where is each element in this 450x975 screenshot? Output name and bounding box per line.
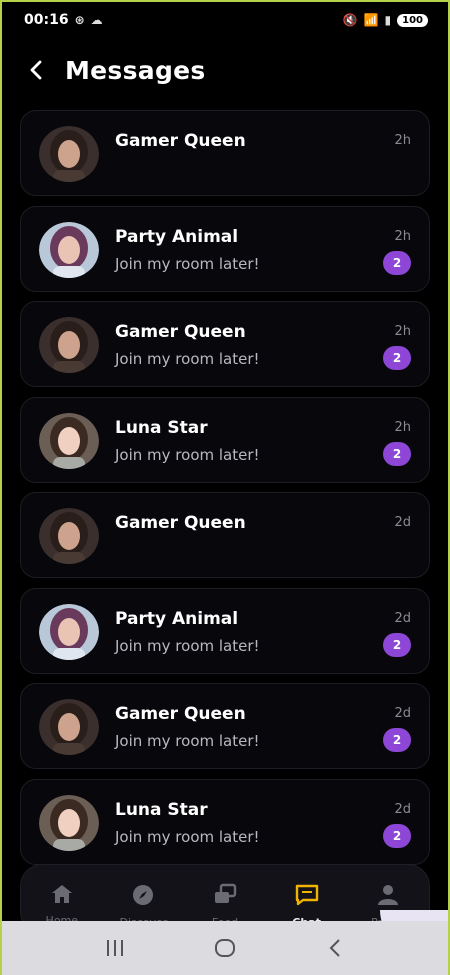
- timestamp: 2h: [394, 324, 411, 339]
- contact-name: Gamer Queen: [115, 322, 246, 342]
- timestamp: 2h: [394, 419, 411, 435]
- avatar: [39, 412, 99, 469]
- conversation-item[interactable]: Luna Star Join my room later! 2d 2: [20, 778, 430, 865]
- mute-icon: 🔇: [342, 13, 358, 27]
- page-header: Messages: [0, 48, 450, 92]
- person-icon: [376, 883, 400, 911]
- avatar: [39, 126, 99, 182]
- unread-badge: 2: [383, 250, 411, 275]
- back-chevron-icon: [329, 939, 340, 957]
- contact-name: Party Animal: [115, 608, 239, 629]
- conversation-item[interactable]: Gamer Queen 2d: [20, 492, 430, 578]
- timestamp: 2d: [394, 610, 411, 626]
- conversation-item[interactable]: Gamer Queen 2h: [20, 110, 430, 196]
- status-time: 00:16: [24, 12, 69, 28]
- recent-apps-button[interactable]: [95, 928, 135, 968]
- back-button[interactable]: [24, 58, 48, 82]
- unread-badge: 2: [383, 441, 411, 466]
- avatar: [39, 699, 99, 755]
- contact-name: Luna Star: [115, 417, 208, 438]
- conversation-item[interactable]: Luna Star Join my room later! 2h 2: [20, 396, 430, 483]
- timestamp: 2d: [394, 515, 411, 530]
- back-system-button[interactable]: [315, 928, 355, 968]
- home-icon: [50, 883, 74, 909]
- message-preview: Join my room later!: [115, 254, 260, 273]
- message-preview: Join my room later!: [115, 636, 260, 655]
- chevron-left-icon: [30, 60, 42, 80]
- contact-name: Gamer Queen: [115, 513, 246, 533]
- timestamp: 2h: [394, 133, 411, 148]
- unread-badge: 2: [383, 346, 411, 370]
- contact-name: Gamer Queen: [115, 704, 246, 724]
- battery-indicator: 100: [397, 13, 428, 27]
- avatar: [39, 794, 99, 851]
- system-navigation-bar: [0, 921, 450, 975]
- unread-badge: 2: [383, 632, 411, 657]
- recent-apps-icon: [107, 940, 123, 956]
- contact-name: Gamer Queen: [115, 131, 246, 151]
- chat-icon: [294, 883, 320, 911]
- page-title: Messages: [65, 55, 206, 85]
- message-preview: Join my room later!: [115, 350, 260, 368]
- timestamp: 2d: [394, 801, 411, 817]
- wifi-icon: 📶: [363, 13, 379, 27]
- avatar: [39, 221, 99, 278]
- conversation-list: Gamer Queen 2h Party Animal Join my room l…: [20, 110, 430, 874]
- unread-badge: 2: [383, 823, 411, 848]
- conversation-item[interactable]: Gamer Queen Join my room later! 2d 2: [20, 683, 430, 769]
- home-system-button[interactable]: [205, 928, 245, 968]
- avatar: [39, 508, 99, 564]
- message-preview: Join my room later!: [115, 445, 260, 464]
- message-preview: Join my room later!: [115, 732, 260, 750]
- status-bar: 00:16 ⊛ ☁ 🔇 📶 ▮ 100: [0, 0, 450, 40]
- conversation-item[interactable]: Party Animal Join my room later! 2h 2: [20, 205, 430, 292]
- contact-name: Party Animal: [115, 226, 239, 247]
- contact-name: Luna Star: [115, 799, 208, 820]
- timestamp: 2d: [394, 706, 411, 721]
- unread-badge: 2: [383, 728, 411, 752]
- timestamp: 2h: [394, 228, 411, 244]
- avatar: [39, 317, 99, 373]
- signal-icon: ▮: [384, 13, 392, 27]
- home-circle-icon: [215, 939, 235, 957]
- conversation-item[interactable]: Party Animal Join my room later! 2d 2: [20, 587, 430, 674]
- stack-icon: [212, 883, 238, 911]
- sync-icon: ⊛: [74, 13, 85, 27]
- avatar: [39, 603, 99, 660]
- conversation-item[interactable]: Gamer Queen Join my room later! 2h 2: [20, 301, 430, 387]
- cloud-icon: ☁: [90, 13, 103, 27]
- message-preview: Join my room later!: [115, 827, 260, 846]
- compass-icon: [131, 883, 155, 911]
